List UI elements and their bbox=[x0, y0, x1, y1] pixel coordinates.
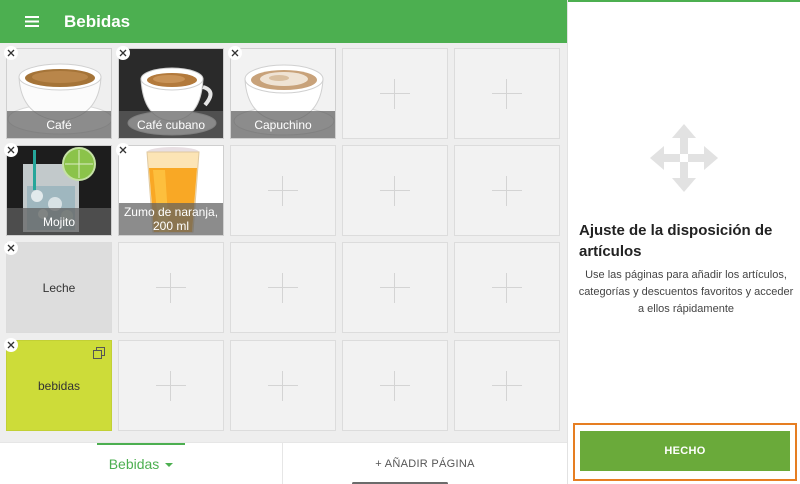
plus-icon bbox=[380, 272, 410, 303]
close-icon bbox=[231, 49, 239, 57]
page-tabs-bar: Bebidas + AÑADIR PÁGINA bbox=[0, 442, 567, 484]
empty-slot[interactable] bbox=[230, 340, 336, 431]
remove-item-button[interactable] bbox=[4, 338, 18, 352]
plus-icon bbox=[268, 272, 298, 303]
close-icon bbox=[7, 341, 15, 349]
plus-icon bbox=[380, 78, 410, 109]
close-icon bbox=[7, 244, 15, 252]
item-tile-zumo-naranja[interactable]: Zumo de naranja, 200 ml bbox=[118, 145, 224, 236]
plus-icon bbox=[156, 272, 186, 303]
remove-item-button[interactable] bbox=[4, 143, 18, 157]
page-title: Bebidas bbox=[64, 11, 131, 31]
move-arrows-icon bbox=[650, 124, 718, 192]
top-app-bar: Bebidas bbox=[0, 0, 567, 43]
close-icon bbox=[7, 49, 15, 57]
app-root: Bebidas Café Café cubano Capuchino Mojit… bbox=[0, 0, 800, 484]
highlight-frame: HECHO bbox=[573, 423, 797, 481]
close-icon bbox=[119, 146, 127, 154]
plus-icon bbox=[156, 370, 186, 401]
empty-slot[interactable] bbox=[342, 145, 448, 236]
close-icon bbox=[119, 49, 127, 57]
plus-icon bbox=[492, 175, 522, 206]
empty-slot[interactable] bbox=[342, 48, 448, 139]
done-button[interactable]: HECHO bbox=[580, 431, 790, 471]
item-label: Leche bbox=[42, 280, 76, 295]
chevron-down-icon bbox=[165, 463, 174, 467]
empty-slot[interactable] bbox=[118, 242, 224, 333]
item-tile-capuchino[interactable]: Capuchino bbox=[230, 48, 336, 139]
remove-item-button[interactable] bbox=[4, 46, 18, 60]
item-label: Mojito bbox=[7, 208, 111, 235]
item-tile-cafe-cubano[interactable]: Café cubano bbox=[118, 48, 224, 139]
empty-slot[interactable] bbox=[342, 340, 448, 431]
empty-slot[interactable] bbox=[454, 48, 560, 139]
add-page-button[interactable]: + AÑADIR PÁGINA bbox=[283, 443, 567, 484]
empty-slot[interactable] bbox=[230, 145, 336, 236]
remove-item-button[interactable] bbox=[116, 143, 130, 157]
menu-button[interactable] bbox=[0, 0, 64, 43]
plus-icon bbox=[492, 370, 522, 401]
remove-item-button[interactable] bbox=[116, 46, 130, 60]
accent-line bbox=[568, 0, 800, 2]
plus-icon bbox=[268, 175, 298, 206]
help-panel: Ajuste de la disposición de artículos Us… bbox=[567, 0, 800, 484]
plus-icon bbox=[380, 175, 410, 206]
item-tile-cafe[interactable]: Café bbox=[6, 48, 112, 139]
empty-slot[interactable] bbox=[230, 242, 336, 333]
remove-item-button[interactable] bbox=[4, 241, 18, 255]
hamburger-menu-icon bbox=[25, 16, 39, 27]
remove-item-button[interactable] bbox=[228, 46, 242, 60]
copy-icon bbox=[93, 347, 105, 359]
empty-slot[interactable] bbox=[454, 145, 560, 236]
empty-slot[interactable] bbox=[342, 242, 448, 333]
help-description: Use las páginas para añadir los artículo… bbox=[578, 269, 794, 315]
plus-icon bbox=[380, 370, 410, 401]
item-tile-mojito[interactable]: Mojito bbox=[6, 145, 112, 236]
layout-editor-panel: Bebidas Café Café cubano Capuchino Mojit… bbox=[0, 0, 567, 484]
plus-icon bbox=[492, 272, 522, 303]
item-label: Café cubano bbox=[119, 111, 223, 138]
tab-bebidas[interactable]: Bebidas bbox=[0, 443, 282, 484]
help-title: Ajuste de la disposición de artículos bbox=[579, 222, 773, 260]
tab-label: Bebidas bbox=[108, 456, 160, 472]
item-tile-leche[interactable]: Leche bbox=[6, 242, 112, 333]
plus-icon bbox=[268, 370, 298, 401]
category-tile-bebidas[interactable]: bebidas bbox=[6, 340, 112, 431]
empty-slot[interactable] bbox=[454, 340, 560, 431]
plus-icon bbox=[492, 78, 522, 109]
item-label: Zumo de naranja, 200 ml bbox=[119, 203, 223, 235]
empty-slot[interactable] bbox=[118, 340, 224, 431]
item-label: Café bbox=[7, 111, 111, 138]
empty-slot[interactable] bbox=[454, 242, 560, 333]
item-label: Capuchino bbox=[231, 111, 335, 138]
close-icon bbox=[7, 146, 15, 154]
